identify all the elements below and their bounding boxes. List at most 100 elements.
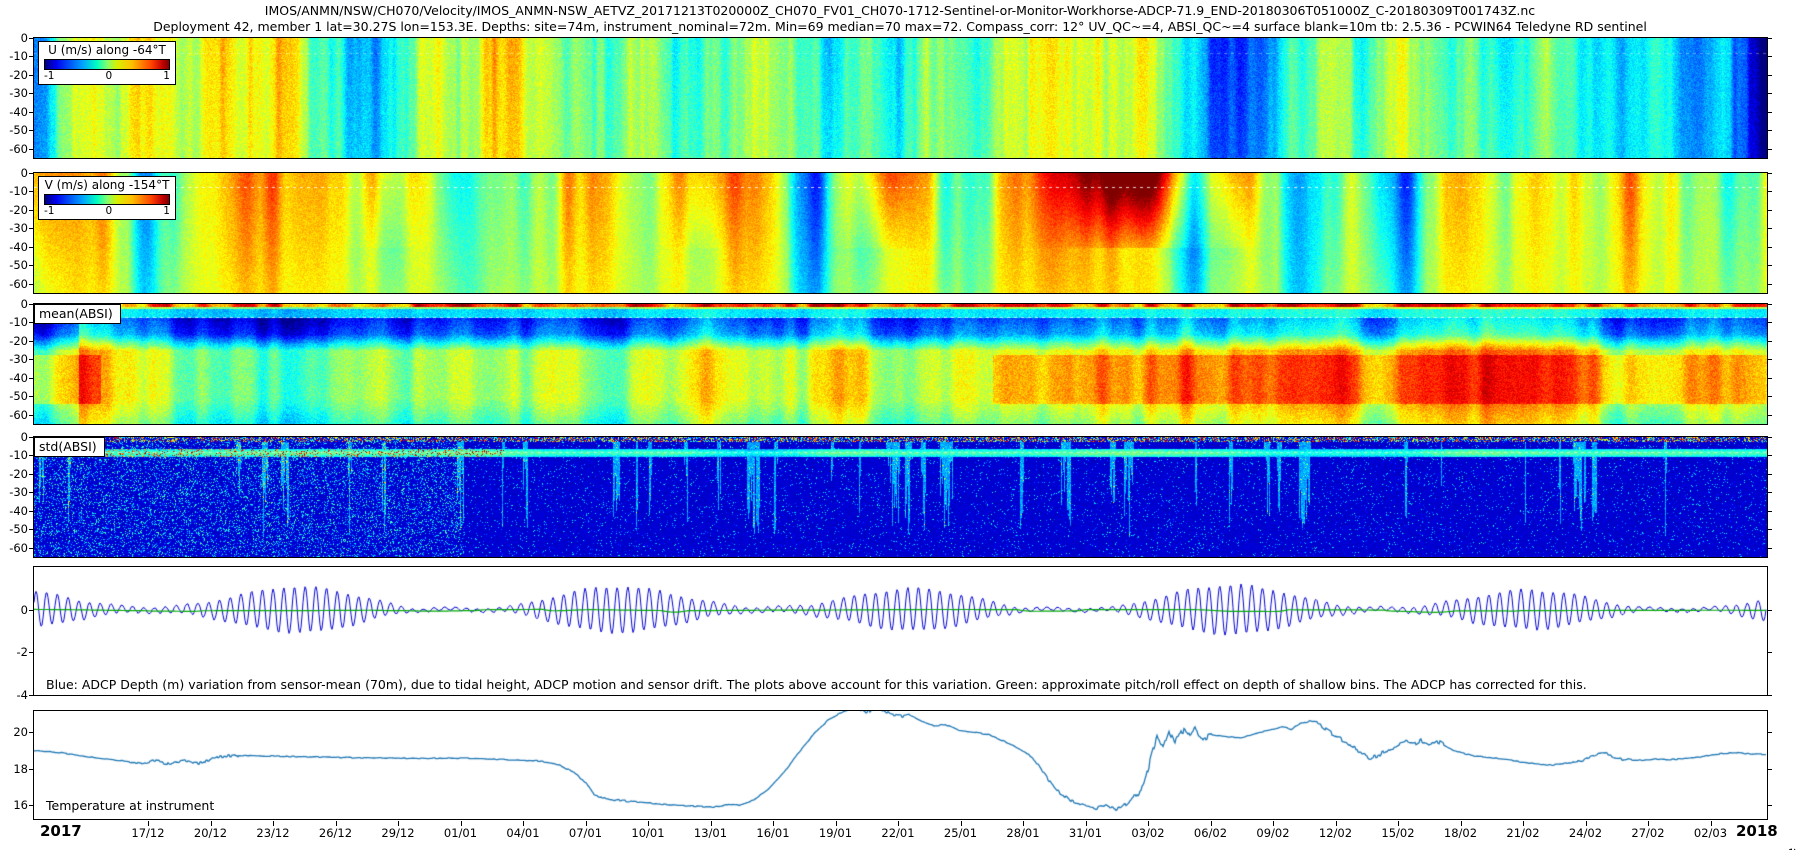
x-tick-mark bbox=[1711, 821, 1712, 826]
y-tick-mark bbox=[29, 695, 33, 696]
y-tick-mark bbox=[1768, 437, 1772, 438]
std-absi-panel: std(ABSI) bbox=[33, 436, 1768, 558]
y-tick-mark bbox=[29, 149, 33, 150]
y-tick-label: -50 bbox=[2, 390, 28, 402]
y-tick-label: 0 bbox=[2, 167, 28, 179]
y-tick-mark bbox=[1768, 93, 1772, 94]
x-tick-mark bbox=[1211, 821, 1212, 826]
y-tick-label: -10 bbox=[2, 449, 28, 461]
y-tick-mark bbox=[29, 210, 33, 211]
x-tick-label: 07/01 bbox=[569, 826, 602, 840]
y-tick-mark bbox=[29, 548, 33, 549]
x-tick-mark bbox=[1148, 821, 1149, 826]
y-tick-label: 16 bbox=[2, 799, 28, 811]
y-tick-mark bbox=[1768, 529, 1772, 530]
y-tick-mark bbox=[1768, 732, 1772, 733]
y-tick-mark bbox=[29, 265, 33, 266]
x-tick-mark bbox=[1086, 821, 1087, 826]
x-tick-mark bbox=[1648, 821, 1649, 826]
y-tick-mark bbox=[29, 247, 33, 248]
x-tick-mark bbox=[586, 821, 587, 826]
y-tick-mark bbox=[29, 415, 33, 416]
y-tick-mark bbox=[29, 396, 33, 397]
x-tick-label: 02/03 bbox=[1694, 826, 1727, 840]
v-velocity-panel: V (m/s) along -154°T -1 0 1 bbox=[33, 172, 1768, 294]
y-tick-label: 0 bbox=[2, 604, 28, 616]
y-tick-mark bbox=[29, 93, 33, 94]
x-tick-mark bbox=[1398, 821, 1399, 826]
y-tick-mark bbox=[1768, 284, 1772, 285]
y-tick-mark bbox=[1768, 511, 1772, 512]
x-tick-label: 19/01 bbox=[819, 826, 852, 840]
v-velocity-heatmap-canvas bbox=[34, 173, 1767, 293]
x-tick-label: 13/01 bbox=[694, 826, 727, 840]
y-tick-mark bbox=[29, 130, 33, 131]
y-tick-label: -4 bbox=[2, 689, 28, 701]
depth-variation-annotation: Blue: ADCP Depth (m) variation from sens… bbox=[46, 677, 1587, 692]
x-tick-mark bbox=[461, 821, 462, 826]
y-tick-mark bbox=[1768, 228, 1772, 229]
y-tick-label: 0 bbox=[2, 431, 28, 443]
y-tick-label: -50 bbox=[2, 259, 28, 271]
mean-absi-label: mean(ABSI) bbox=[34, 304, 121, 324]
y-tick-label: -10 bbox=[2, 316, 28, 328]
x-tick-mark bbox=[711, 821, 712, 826]
y-tick-label: -40 bbox=[2, 372, 28, 384]
y-tick-mark bbox=[29, 652, 33, 653]
x-tick-mark bbox=[273, 821, 274, 826]
u-colorbar-title: U (m/s) along -64°T bbox=[42, 43, 172, 58]
x-tick-mark bbox=[1336, 821, 1337, 826]
y-tick-mark bbox=[29, 511, 33, 512]
x-tick-label: 26/12 bbox=[319, 826, 352, 840]
y-tick-mark bbox=[29, 322, 33, 323]
y-tick-mark bbox=[1768, 149, 1772, 150]
y-tick-label: -50 bbox=[2, 124, 28, 136]
y-tick-label: -50 bbox=[2, 523, 28, 535]
y-tick-mark bbox=[1768, 173, 1772, 174]
std-absi-label: std(ABSI) bbox=[34, 437, 105, 457]
x-tick-mark bbox=[1273, 821, 1274, 826]
y-tick-mark bbox=[29, 437, 33, 438]
y-tick-mark bbox=[29, 732, 33, 733]
x-tick-label: 27/02 bbox=[1631, 826, 1664, 840]
x-tick-label: 10/01 bbox=[631, 826, 664, 840]
y-tick-label: -30 bbox=[2, 353, 28, 365]
depth-variation-plot-canvas bbox=[34, 567, 1767, 695]
x-tick-label: 20/12 bbox=[194, 826, 227, 840]
y-tick-label: -20 bbox=[2, 69, 28, 81]
figure: IMOS/ANMN/NSW/CH070/Velocity/IMOS_ANMN-N… bbox=[0, 0, 1800, 850]
x-tick-label: 24/02 bbox=[1569, 826, 1602, 840]
temperature-panel: Temperature at instrument bbox=[33, 710, 1768, 820]
y-tick-mark bbox=[29, 769, 33, 770]
y-tick-mark bbox=[29, 474, 33, 475]
x-tick-label: 04/01 bbox=[506, 826, 539, 840]
mean-absi-heatmap-canvas bbox=[34, 304, 1767, 424]
y-tick-mark bbox=[29, 228, 33, 229]
x-tick-mark bbox=[961, 821, 962, 826]
y-tick-label: 0 bbox=[2, 298, 28, 310]
y-tick-label: -60 bbox=[2, 542, 28, 554]
x-tick-mark bbox=[523, 821, 524, 826]
temperature-plot-canvas bbox=[34, 711, 1767, 819]
y-tick-mark bbox=[1768, 652, 1772, 653]
y-tick-mark bbox=[1768, 191, 1772, 192]
v-colorbar-legend: V (m/s) along -154°T -1 0 1 bbox=[38, 176, 176, 220]
y-tick-mark bbox=[1768, 75, 1772, 76]
x-tick-label: 22/01 bbox=[881, 826, 914, 840]
x-tick-label: 15/02 bbox=[1381, 826, 1414, 840]
y-tick-mark bbox=[1768, 112, 1772, 113]
y-tick-mark bbox=[29, 191, 33, 192]
title-line-2: Deployment 42, member 1 lat=30.27S lon=1… bbox=[0, 19, 1800, 34]
x-tick-label: 09/02 bbox=[1256, 826, 1289, 840]
y-tick-mark bbox=[1768, 415, 1772, 416]
y-tick-mark bbox=[29, 112, 33, 113]
x-tick-label: 18/02 bbox=[1444, 826, 1477, 840]
u-velocity-heatmap-canvas bbox=[34, 38, 1767, 158]
x-tick-mark bbox=[773, 821, 774, 826]
y-tick-mark bbox=[29, 359, 33, 360]
y-tick-mark bbox=[29, 75, 33, 76]
x-tick-label: 31/01 bbox=[1069, 826, 1102, 840]
y-tick-label: -60 bbox=[2, 143, 28, 155]
x-tick-mark bbox=[148, 821, 149, 826]
y-tick-label: -10 bbox=[2, 50, 28, 62]
